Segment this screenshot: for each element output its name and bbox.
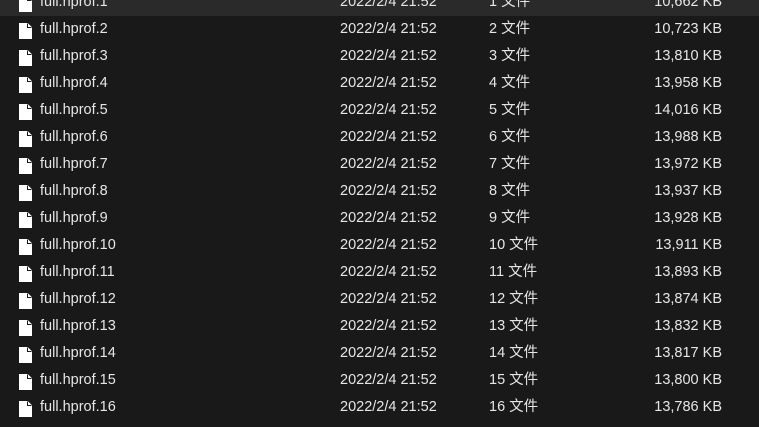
file-type: 13 文件 (489, 318, 539, 334)
file-modified-date: 2022/2/4 21:52 (340, 291, 437, 307)
file-name: full.hprof.6 (40, 129, 108, 145)
file-modified-date: 2022/2/4 21:52 (340, 345, 437, 361)
file-row[interactable]: full.hprof.6 2022/2/4 21:52 6 文件 13,988 … (0, 124, 759, 151)
file-size: 13,928 KB (654, 210, 722, 226)
file-size: 14,016 KB (654, 102, 722, 118)
file-size: 13,972 KB (654, 156, 722, 172)
file-icon (19, 130, 32, 147)
file-type: 3 文件 (489, 48, 531, 64)
file-row[interactable]: full.hprof.8 2022/2/4 21:52 8 文件 13,937 … (0, 178, 759, 205)
file-name: full.hprof.10 (40, 237, 116, 253)
file-row[interactable]: full.hprof.5 2022/2/4 21:52 5 文件 14,016 … (0, 97, 759, 124)
file-icon (19, 76, 32, 93)
file-name: full.hprof.13 (40, 318, 116, 334)
file-icon (19, 292, 32, 309)
file-type: 10 文件 (489, 237, 539, 253)
file-size: 13,800 KB (654, 372, 722, 388)
file-name: full.hprof.14 (40, 345, 116, 361)
file-name: full.hprof.11 (40, 264, 115, 280)
file-type: 5 文件 (489, 102, 531, 118)
file-row[interactable]: full.hprof.10 2022/2/4 21:52 10 文件 13,91… (0, 232, 759, 259)
file-modified-date: 2022/2/4 21:52 (340, 399, 437, 415)
file-row[interactable]: full.hprof.2 2022/2/4 21:52 2 文件 10,723 … (0, 16, 759, 43)
file-size: 13,937 KB (654, 183, 722, 199)
file-row[interactable]: full.hprof.14 2022/2/4 21:52 14 文件 13,81… (0, 340, 759, 367)
file-name: full.hprof.9 (40, 210, 108, 226)
file-type: 7 文件 (489, 156, 531, 172)
file-row[interactable]: full.hprof.3 2022/2/4 21:52 3 文件 13,810 … (0, 43, 759, 70)
file-row[interactable]: full.hprof.13 2022/2/4 21:52 13 文件 13,83… (0, 313, 759, 340)
file-name: full.hprof.8 (40, 183, 108, 199)
file-icon (19, 346, 32, 363)
file-type: 1 文件 (489, 0, 531, 10)
file-name: full.hprof.4 (40, 75, 108, 91)
file-modified-date: 2022/2/4 21:52 (340, 129, 437, 145)
file-modified-date: 2022/2/4 21:52 (340, 210, 437, 226)
file-icon (19, 49, 32, 66)
file-type: 16 文件 (489, 399, 539, 415)
file-icon (19, 373, 32, 390)
file-size: 13,817 KB (654, 345, 722, 361)
file-type: 6 文件 (489, 129, 531, 145)
file-name: full.hprof.1 (40, 0, 108, 10)
file-list: full.hprof.1 2022/2/4 21:52 1 文件 10,662 … (0, 0, 759, 421)
file-size: 13,958 KB (654, 75, 722, 91)
file-modified-date: 2022/2/4 21:52 (340, 0, 437, 10)
file-modified-date: 2022/2/4 21:52 (340, 183, 437, 199)
file-row[interactable]: full.hprof.7 2022/2/4 21:52 7 文件 13,972 … (0, 151, 759, 178)
file-size: 13,893 KB (654, 264, 722, 280)
file-type: 4 文件 (489, 75, 531, 91)
file-icon (19, 22, 32, 39)
file-name: full.hprof.3 (40, 48, 108, 64)
file-icon (19, 400, 32, 417)
file-icon (19, 157, 32, 174)
file-modified-date: 2022/2/4 21:52 (340, 102, 437, 118)
file-modified-date: 2022/2/4 21:52 (340, 156, 437, 172)
file-modified-date: 2022/2/4 21:52 (340, 48, 437, 64)
file-type: 14 文件 (489, 345, 539, 361)
file-icon (19, 0, 32, 12)
file-row[interactable]: full.hprof.1 2022/2/4 21:52 1 文件 10,662 … (0, 0, 759, 16)
file-size: 13,786 KB (654, 399, 722, 415)
file-size: 13,810 KB (654, 48, 722, 64)
file-type: 2 文件 (489, 21, 531, 37)
file-size: 13,911 KB (655, 237, 722, 253)
file-type: 12 文件 (489, 291, 539, 307)
file-type: 9 文件 (489, 210, 531, 226)
file-icon (19, 265, 32, 282)
file-name: full.hprof.7 (40, 156, 108, 172)
file-size: 13,874 KB (654, 291, 722, 307)
file-name: full.hprof.15 (40, 372, 116, 388)
file-row[interactable]: full.hprof.12 2022/2/4 21:52 12 文件 13,87… (0, 286, 759, 313)
file-icon (19, 238, 32, 255)
file-type: 8 文件 (489, 183, 531, 199)
file-modified-date: 2022/2/4 21:52 (340, 75, 437, 91)
file-modified-date: 2022/2/4 21:52 (340, 21, 437, 37)
file-icon (19, 319, 32, 336)
file-row[interactable]: full.hprof.9 2022/2/4 21:52 9 文件 13,928 … (0, 205, 759, 232)
file-icon (19, 103, 32, 120)
file-row[interactable]: full.hprof.16 2022/2/4 21:52 16 文件 13,78… (0, 394, 759, 421)
file-row[interactable]: full.hprof.4 2022/2/4 21:52 4 文件 13,958 … (0, 70, 759, 97)
file-icon (19, 184, 32, 201)
file-row[interactable]: full.hprof.15 2022/2/4 21:52 15 文件 13,80… (0, 367, 759, 394)
file-size: 10,662 KB (654, 0, 722, 10)
file-type: 15 文件 (489, 372, 539, 388)
file-name: full.hprof.16 (40, 399, 116, 415)
file-size: 13,988 KB (654, 129, 722, 145)
file-size: 13,832 KB (654, 318, 722, 334)
file-name: full.hprof.2 (40, 21, 108, 37)
file-name: full.hprof.12 (40, 291, 116, 307)
file-row[interactable]: full.hprof.11 2022/2/4 21:52 11 文件 13,89… (0, 259, 759, 286)
file-type: 11 文件 (489, 264, 538, 280)
file-modified-date: 2022/2/4 21:52 (340, 264, 437, 280)
file-modified-date: 2022/2/4 21:52 (340, 318, 437, 334)
file-icon (19, 211, 32, 228)
file-modified-date: 2022/2/4 21:52 (340, 372, 437, 388)
file-modified-date: 2022/2/4 21:52 (340, 237, 437, 253)
file-name: full.hprof.5 (40, 102, 108, 118)
file-size: 10,723 KB (654, 21, 722, 37)
